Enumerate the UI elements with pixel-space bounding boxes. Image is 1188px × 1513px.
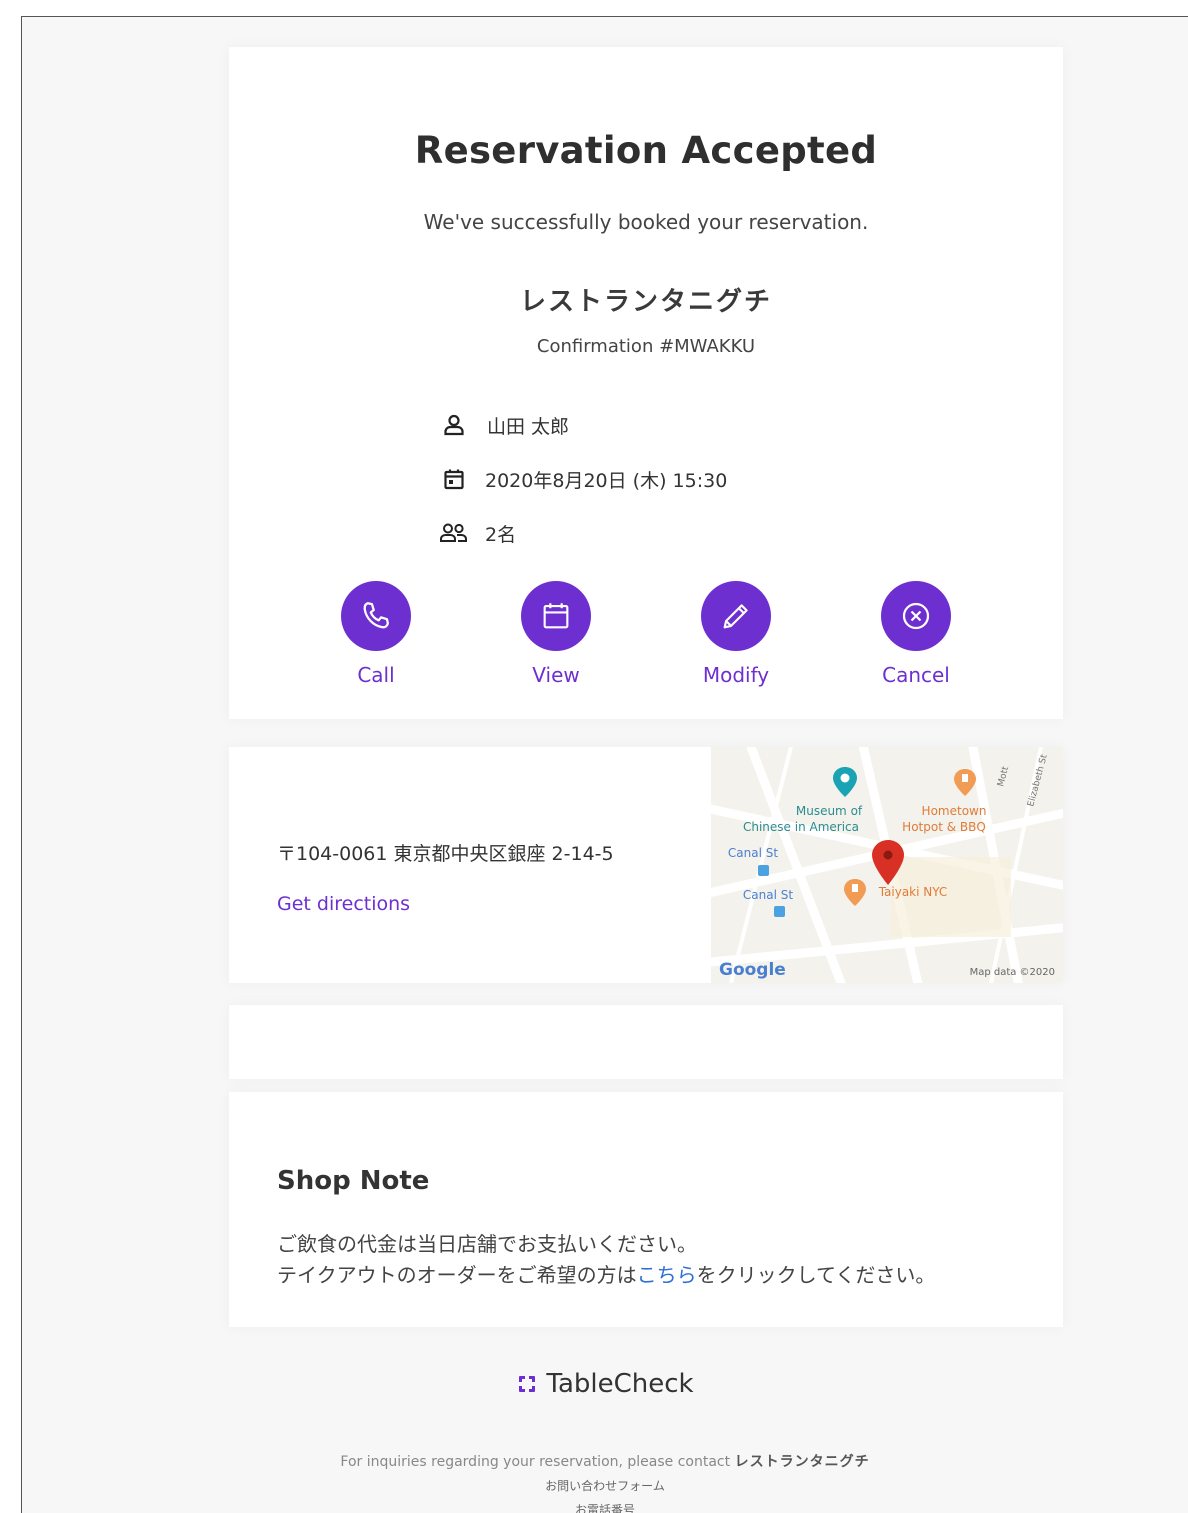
confirmation-number: Confirmation #MWAKKU <box>536 336 756 357</box>
party-size: 2名 <box>485 523 517 546</box>
brand-name: TableCheck <box>546 1369 694 1399</box>
shop-note-card: Shop Note ご飲食の代金は当日店舗でお支払いください。 テイクアウトのオ… <box>229 1092 1063 1327</box>
map-label-hotpot-2: Hotpot & BBQ <box>902 820 986 834</box>
shop-note-title: Shop Note <box>277 1166 430 1196</box>
tablecheck-logo-icon <box>516 1373 538 1395</box>
reservation-card: Reservation Accepted We've successfully … <box>229 47 1063 719</box>
footer-restaurant-name: レストランタニグチ <box>734 1454 870 1470</box>
datetime-row: 2020年8月20日 (木) 15:30 <box>439 464 727 494</box>
close-circle-icon <box>881 581 951 651</box>
map-label-museum-1: Museum of <box>796 804 863 818</box>
location-card: 〒104-0061 東京都中央区銀座 2-14-5 Get directions <box>229 747 1063 983</box>
action-buttons: Call View Modify Cancel <box>321 581 971 691</box>
map-label-canal-1: Canal St <box>728 846 778 860</box>
subway-icon <box>774 906 785 917</box>
view-button[interactable]: View <box>501 581 611 691</box>
cancel-label: Cancel <box>882 663 950 687</box>
call-label: Call <box>357 663 395 687</box>
shop-note-line-1: ご飲食の代金は当日店舗でお支払いください。 <box>277 1232 697 1256</box>
subway-icon <box>758 865 769 876</box>
page-title: Reservation Accepted <box>414 129 878 172</box>
page-frame: Reservation Accepted We've successfully … <box>21 16 1188 1513</box>
pencil-icon <box>701 581 771 651</box>
map-label-museum-2: Chinese in America <box>743 820 859 834</box>
map-label-taiyaki: Taiyaki NYC <box>878 885 948 899</box>
contact-form-link[interactable]: お問い合わせフォーム <box>22 1477 1188 1494</box>
modify-label: Modify <box>702 663 770 687</box>
calendar-icon <box>439 464 469 494</box>
person-icon <box>439 410 469 440</box>
party-size-row: 2名 <box>439 518 516 548</box>
empty-card <box>229 1005 1063 1079</box>
shop-note-line-2: テイクアウトのオーダーをご希望の方はこちらをクリックしてください。 <box>277 1259 935 1288</box>
view-label: View <box>532 663 580 687</box>
restaurant-address: 〒104-0061 東京都中央区銀座 2-14-5 <box>277 843 614 865</box>
shop-note-line-2-pre: テイクアウトのオーダーをご希望の方は <box>277 1263 637 1287</box>
shop-note-line-2-post: をクリックしてください。 <box>696 1263 936 1287</box>
people-icon <box>439 518 469 548</box>
page-subtitle: We've successfully booked your reservati… <box>423 210 869 234</box>
calendar-icon <box>521 581 591 651</box>
phone-icon <box>341 581 411 651</box>
map-label-hotpot-1: Hometown <box>922 804 987 818</box>
guest-name: 山田 太郎 <box>487 415 570 438</box>
modify-button[interactable]: Modify <box>681 581 791 691</box>
map-data-attribution: Map data ©2020 <box>970 967 1055 978</box>
map-label-canal-2: Canal St <box>743 888 793 902</box>
get-directions-link[interactable]: Get directions <box>277 893 410 915</box>
cancel-button[interactable]: Cancel <box>861 581 971 691</box>
phone-number-link[interactable]: お電話番号 <box>22 1501 1188 1513</box>
google-logo: Google <box>719 960 786 980</box>
restaurant-name: レストランタニグチ <box>519 287 772 317</box>
map-view[interactable]: Museum of Chinese in America Hometown Ho… <box>686 747 1063 983</box>
call-button[interactable]: Call <box>321 581 431 691</box>
takeout-link[interactable]: こちら <box>637 1263 697 1287</box>
footer-inquiry-text: For inquiries regarding your reservation… <box>340 1454 731 1470</box>
guest-name-row: 山田 太郎 <box>439 410 569 440</box>
footer-inquiry: For inquiries regarding your reservation… <box>22 1451 1188 1471</box>
reservation-datetime: 2020年8月20日 (木) 15:30 <box>485 469 728 492</box>
tablecheck-brand: TableCheck <box>22 1369 1188 1399</box>
